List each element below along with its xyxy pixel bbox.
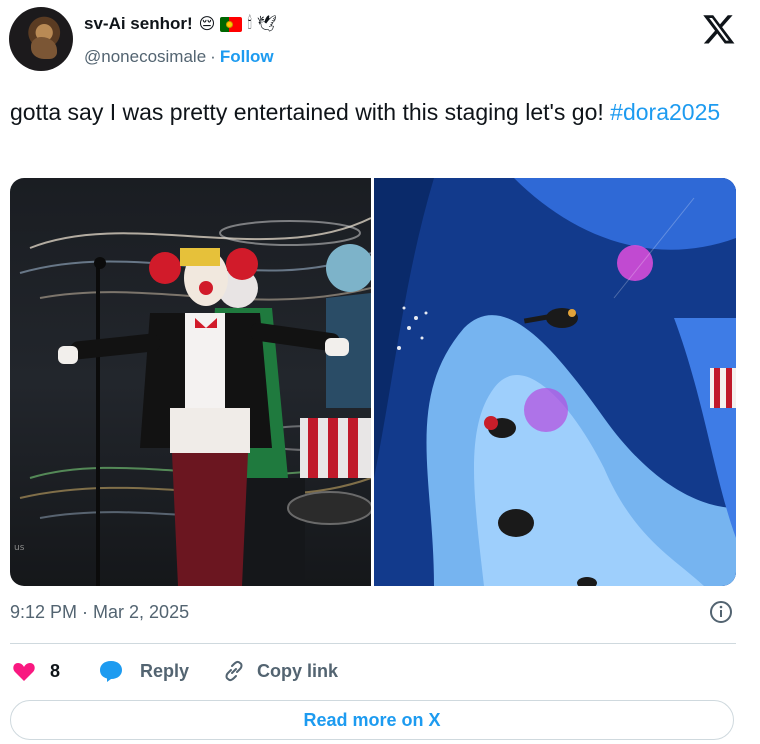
candle-icon: 🕯 — [247, 15, 252, 32]
tweet-text: gotta say I was pretty entertained with … — [10, 96, 730, 128]
author-name-emojis: 😔 🕯 🕊 — [199, 14, 278, 34]
read-more-button[interactable]: Read more on X — [10, 700, 734, 740]
author-handle[interactable]: @nonecosimale — [84, 47, 206, 67]
footer-divider — [10, 643, 736, 644]
media-photo-clown-performers[interactable]: us — [10, 178, 371, 586]
tweet-body-text: gotta say I was pretty entertained with … — [10, 99, 611, 125]
media-watermark: us — [14, 543, 25, 553]
tweet-timestamp[interactable]: 9:12 PM · Mar 2, 2025 — [10, 602, 189, 623]
copy-link-button[interactable]: Copy link — [221, 658, 338, 684]
read-more-label: Read more on X — [303, 709, 441, 730]
media-photo-stage-overhead[interactable] — [374, 178, 736, 586]
reply-label: Reply — [140, 660, 190, 681]
dove-icon: 🕊 — [256, 16, 278, 33]
hashtag-link[interactable]: #dora2025 — [610, 99, 720, 125]
copy-link-label: Copy link — [257, 660, 339, 681]
portugal-flag-icon — [220, 16, 243, 32]
author-name-row: sv-Ai senhor! 😔 🕯 🕊 — [84, 14, 277, 34]
author-handle-row: @nonecosimale · Follow — [84, 47, 274, 67]
follow-link[interactable]: Follow — [220, 47, 274, 67]
clown-stage-illustration: us — [14, 217, 371, 586]
author-display-name[interactable]: sv-Ai senhor! — [84, 14, 193, 34]
reply-bubble-icon — [100, 661, 123, 682]
overhead-stage-illustration — [374, 178, 736, 586]
x-logo-icon[interactable] — [702, 12, 736, 46]
heart-icon — [13, 663, 35, 681]
tweet-actions: 8 Reply Copy link — [10, 656, 338, 686]
like-button[interactable]: 8 — [12, 660, 60, 682]
link-icon — [225, 660, 243, 682]
author-avatar[interactable] — [9, 7, 73, 71]
tweet-media-grid: us — [10, 178, 736, 586]
handle-separator: · — [210, 47, 216, 66]
info-icon[interactable] — [709, 600, 733, 624]
embedded-tweet-card: sv-Ai senhor! 😔 🕯 🕊 @nonecosimale · Foll… — [0, 0, 760, 744]
pensive-face-icon: 😔 — [198, 16, 216, 33]
reply-button[interactable]: Reply — [98, 659, 189, 683]
like-count: 8 — [50, 660, 61, 681]
